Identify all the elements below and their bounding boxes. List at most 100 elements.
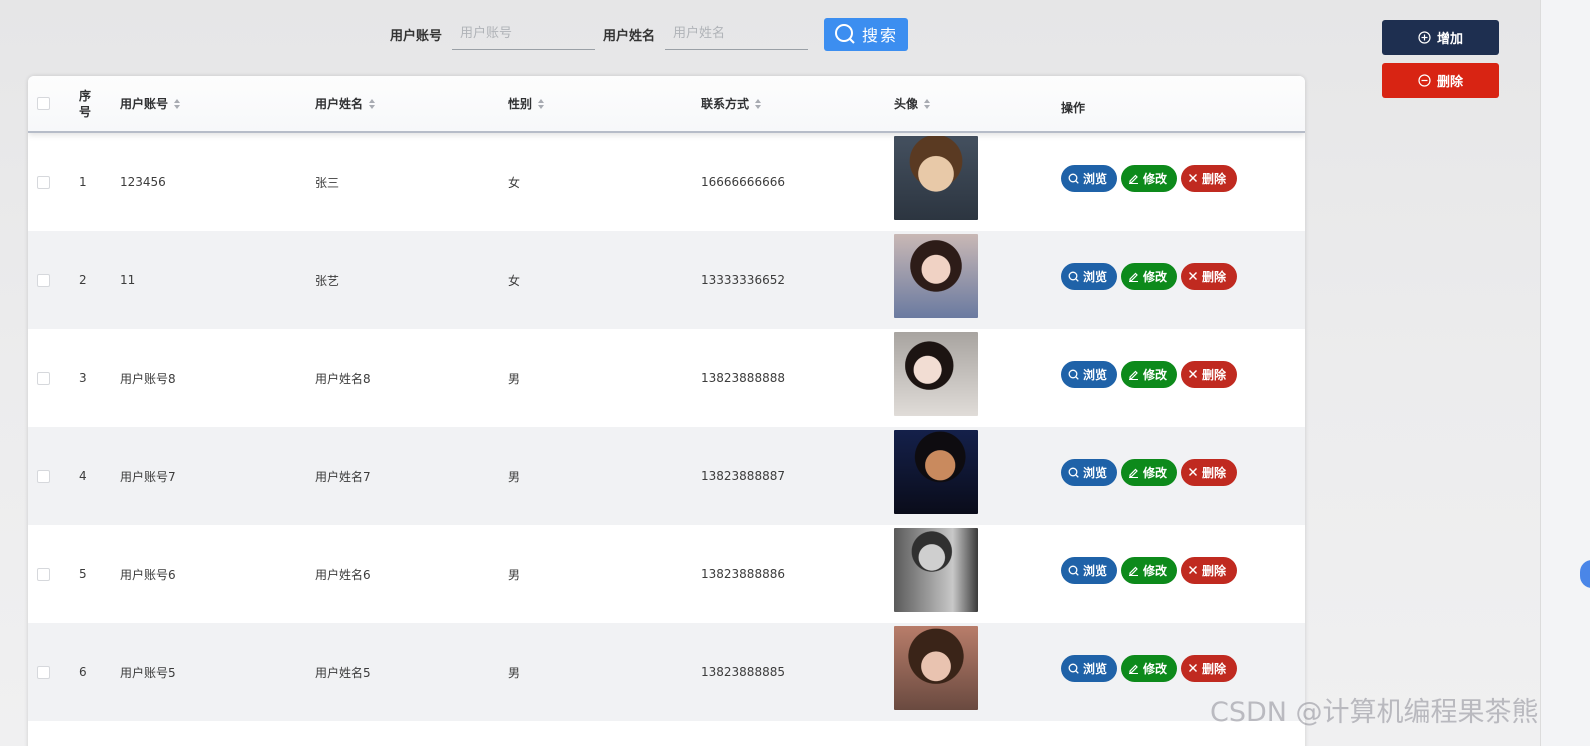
row-actions: 浏览 修改 删除 xyxy=(1061,423,1241,521)
row-contact: 13333336652 xyxy=(701,273,785,287)
add-button[interactable]: 增加 xyxy=(1382,20,1499,55)
header-account[interactable]: 用户账号 xyxy=(120,76,181,131)
edit-button[interactable]: 修改 xyxy=(1121,262,1177,290)
edit-button[interactable]: 修改 xyxy=(1121,654,1177,682)
table-row: 6 用户账号5 用户姓名5 男 13823888885 浏览 修改 删除 xyxy=(28,623,1305,721)
edit-button[interactable]: 修改 xyxy=(1121,556,1177,584)
avatar[interactable] xyxy=(894,626,978,710)
sort-icon[interactable] xyxy=(755,98,762,109)
avatar[interactable] xyxy=(894,430,978,514)
search-icon xyxy=(835,24,855,44)
edit-button-label: 修改 xyxy=(1143,563,1168,578)
table-row: 4 用户账号7 用户姓名7 男 13823888887 浏览 修改 删除 xyxy=(28,427,1305,525)
edit-button-label: 修改 xyxy=(1143,269,1168,284)
delete-button[interactable]: 删除 xyxy=(1181,360,1237,388)
batch-delete-button[interactable]: 删除 xyxy=(1382,63,1499,98)
delete-button[interactable]: 删除 xyxy=(1181,654,1237,682)
header-avatar-label: 头像 xyxy=(894,97,919,111)
row-name: 用户姓名5 xyxy=(315,665,371,680)
header-account-label: 用户账号 xyxy=(120,97,169,111)
watermark: CSDN @计算机编程果茶熊 xyxy=(1210,697,1539,728)
view-button[interactable]: 浏览 xyxy=(1061,262,1117,290)
edit-button[interactable]: 修改 xyxy=(1121,164,1177,192)
search-icon xyxy=(1068,565,1079,576)
view-button[interactable]: 浏览 xyxy=(1061,458,1117,486)
row-name: 用户姓名7 xyxy=(315,469,371,484)
header-select-all[interactable] xyxy=(37,76,50,131)
select-all-checkbox[interactable] xyxy=(37,97,50,110)
search-icon xyxy=(1068,369,1079,380)
view-button[interactable]: 浏览 xyxy=(1061,164,1117,192)
search-icon xyxy=(1068,663,1079,674)
avatar[interactable] xyxy=(894,234,978,318)
header-name-label: 用户姓名 xyxy=(315,97,364,111)
table-row: 1 123456 张三 女 16666666666 浏览 修改 删除 xyxy=(28,133,1305,231)
view-button[interactable]: 浏览 xyxy=(1061,360,1117,388)
row-checkbox[interactable] xyxy=(37,273,50,287)
account-search-input[interactable] xyxy=(452,18,596,50)
row-account: 11 xyxy=(120,273,136,287)
edit-button[interactable]: 修改 xyxy=(1121,458,1177,486)
header-avatar[interactable]: 头像 xyxy=(894,76,931,131)
row-index: 6 xyxy=(79,665,87,679)
header-contact[interactable]: 联系方式 xyxy=(701,76,762,131)
view-button[interactable]: 浏览 xyxy=(1061,556,1117,584)
sort-icon[interactable] xyxy=(924,98,931,109)
row-checkbox[interactable] xyxy=(37,567,50,581)
sort-icon[interactable] xyxy=(538,98,545,109)
table-body: 1 123456 张三 女 16666666666 浏览 修改 删除 2 11 … xyxy=(28,133,1305,721)
edit-button[interactable]: 修改 xyxy=(1121,360,1177,388)
row-contact: 13823888888 xyxy=(701,371,785,385)
close-icon xyxy=(1189,664,1197,672)
batch-delete-button-label: 删除 xyxy=(1436,75,1463,90)
minus-circle-icon xyxy=(1418,74,1431,87)
view-button-label: 浏览 xyxy=(1083,563,1108,578)
row-name: 用户姓名8 xyxy=(315,371,371,386)
edit-icon xyxy=(1129,468,1138,478)
close-icon xyxy=(1189,468,1197,476)
delete-button[interactable]: 删除 xyxy=(1181,556,1237,584)
row-index: 4 xyxy=(79,469,87,483)
row-account: 用户账号6 xyxy=(120,567,176,582)
view-button[interactable]: 浏览 xyxy=(1061,654,1117,682)
row-index: 2 xyxy=(79,273,87,287)
row-actions: 浏览 修改 删除 xyxy=(1061,227,1241,325)
row-actions: 浏览 修改 删除 xyxy=(1061,325,1241,423)
search-button[interactable]: 搜索 xyxy=(824,17,909,51)
search-bar: 用户账号 用户姓名 搜索 xyxy=(390,16,909,52)
row-checkbox[interactable] xyxy=(37,175,50,189)
table-row: 3 用户账号8 用户姓名8 男 13823888888 浏览 修改 删除 xyxy=(28,329,1305,427)
delete-button[interactable]: 删除 xyxy=(1181,164,1237,192)
row-gender: 男 xyxy=(508,665,521,680)
row-checkbox[interactable] xyxy=(37,371,50,385)
sort-icon[interactable] xyxy=(369,98,376,109)
sort-icon[interactable] xyxy=(174,98,181,109)
avatar[interactable] xyxy=(894,332,978,416)
account-search-label: 用户账号 xyxy=(390,28,443,44)
delete-button[interactable]: 删除 xyxy=(1181,262,1237,290)
close-icon xyxy=(1189,272,1197,280)
row-contact: 16666666666 xyxy=(701,175,785,189)
table-row: 2 11 张艺 女 13333336652 浏览 修改 删除 xyxy=(28,231,1305,329)
edit-icon xyxy=(1129,566,1138,576)
table-row: 5 用户账号6 用户姓名6 男 13823888886 浏览 修改 删除 xyxy=(28,525,1305,623)
row-checkbox[interactable] xyxy=(37,469,50,483)
delete-button[interactable]: 删除 xyxy=(1181,458,1237,486)
edit-button-label: 修改 xyxy=(1143,171,1168,186)
row-checkbox[interactable] xyxy=(37,665,50,679)
table-header: 序号 用户账号 用户姓名 性别 联系方式 头像 操作 xyxy=(28,76,1305,133)
delete-button-label: 删除 xyxy=(1202,661,1227,676)
row-account: 用户账号8 xyxy=(120,371,176,386)
row-name: 张三 xyxy=(315,175,340,190)
row-index: 3 xyxy=(79,371,87,385)
edit-button-label: 修改 xyxy=(1143,465,1168,480)
avatar[interactable] xyxy=(894,528,978,612)
header-gender[interactable]: 性别 xyxy=(508,76,545,131)
view-button-label: 浏览 xyxy=(1083,465,1108,480)
avatar[interactable] xyxy=(894,136,978,220)
name-search-input[interactable] xyxy=(665,18,809,50)
search-button-label: 搜索 xyxy=(862,26,899,45)
row-gender: 男 xyxy=(508,371,521,386)
row-account: 123456 xyxy=(120,175,166,189)
header-name[interactable]: 用户姓名 xyxy=(315,76,376,131)
